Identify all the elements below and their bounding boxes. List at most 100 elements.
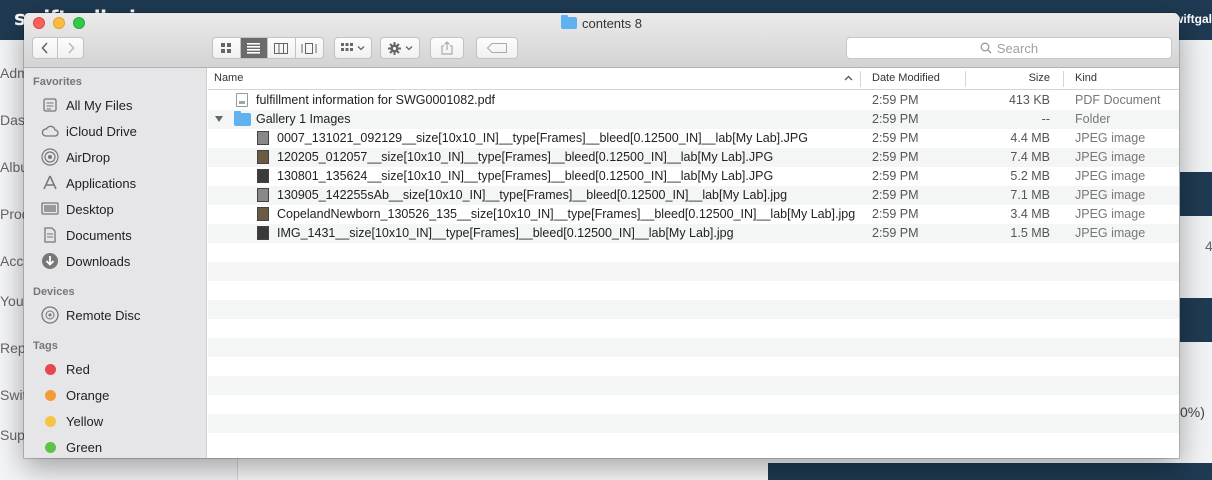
file-date-modified: 2:59 PM [872,93,919,107]
file-row[interactable]: CopelandNewborn_130526_135__size[10x10_I… [208,205,1179,224]
search-field[interactable]: Search [846,37,1172,59]
file-size: 3.4 MB [1010,207,1050,221]
background-panel [1180,172,1212,216]
list-view-button[interactable] [240,38,268,58]
chevron-right-icon [67,42,75,54]
sidebar-item-label: iCloud Drive [66,123,137,139]
file-size: 7.1 MB [1010,188,1050,202]
title-bar[interactable]: contents 8 Search [24,13,1179,68]
disc-icon [41,306,59,324]
sidebar: Favorites All My Files iCloud Drive AirD… [24,68,207,458]
orange-dot-icon [44,389,56,401]
file-name: 120205_012057__size[10x10_IN]__type[Fram… [277,150,774,164]
sidebar-item-downloads[interactable]: Downloads [24,249,207,273]
column-header-size[interactable]: Size [1029,72,1050,84]
file-row[interactable]: IMG_1431__size[10x10_IN]__type[Frames]__… [208,224,1179,243]
sidebar-tag-orange[interactable]: Orange [24,383,207,407]
file-name: Gallery 1 Images [256,112,351,126]
file-size: -- [1041,112,1050,126]
sidebar-heading-devices: Devices [33,286,75,298]
file-row[interactable]: 130801_135624__size[10x10_IN]__type[Fram… [208,167,1179,186]
tag-color-dot [41,438,59,456]
sidebar-item-label: Documents [66,227,132,243]
search-icon [980,42,992,54]
back-button[interactable] [33,38,59,58]
file-date-modified: 2:59 PM [872,169,919,183]
sidebar-item-label: AirDrop [66,149,111,165]
file-name: CopelandNewborn_130526_135__size[10x10_I… [277,207,856,221]
sidebar-item-documents[interactable]: Documents [24,223,207,247]
folder-row[interactable]: Gallery 1 Images 2:59 PM -- Folder [208,110,1179,129]
empty-row [208,433,1179,452]
column-header-name[interactable]: Name [214,72,243,84]
sidebar-item-icloud-drive[interactable]: iCloud Drive [24,119,207,143]
sidebar-item-label: Remote Disc [66,307,141,323]
file-date-modified: 2:59 PM [872,207,919,221]
sidebar-heading-favorites: Favorites [33,76,82,88]
forward-button[interactable] [58,38,83,58]
empty-row [208,376,1179,395]
sidebar-item-all-my-files[interactable]: All My Files [24,93,207,117]
window-title-text: contents 8 [582,16,642,31]
background-panel [1180,298,1212,342]
window-title: contents 8 [24,15,1179,31]
share-button[interactable] [430,37,464,59]
sidebar-tag-red[interactable]: Red [24,357,207,381]
empty-row [208,319,1179,338]
file-row[interactable]: 120205_012057__size[10x10_IN]__type[Fram… [208,148,1179,167]
disclosure-triangle-icon[interactable] [215,116,223,122]
file-row[interactable]: 130905_142255sAb__size[10x10_IN]__type[F… [208,186,1179,205]
share-icon [441,41,453,55]
list-header: Name Date Modified Size Kind [208,68,1179,90]
column-view-button[interactable] [268,38,296,58]
image-file-icon [257,131,269,145]
sidebar-tag-green[interactable]: Green [24,435,207,458]
sidebar-item-airdrop[interactable]: AirDrop [24,145,207,169]
sidebar-item-applications[interactable]: Applications [24,171,207,195]
sidebar-item-label: Yellow [66,413,104,429]
column-header-kind[interactable]: Kind [1075,72,1097,84]
column-header-date[interactable]: Date Modified [872,72,940,84]
background-nav-item[interactable]: Rep [0,340,26,356]
background-nav-item[interactable]: Sup [0,427,25,443]
action-button[interactable] [380,37,420,59]
folder-icon [561,15,577,29]
chevron-down-icon [357,46,365,51]
file-row[interactable]: fulfillment information for SWG0001082.p… [208,91,1179,110]
sidebar-tag-yellow[interactable]: Yellow [24,409,207,433]
image-file-icon [257,207,269,221]
column-divider[interactable] [965,71,966,87]
background-nav-item[interactable]: Acc [0,253,23,269]
sidebar-item-remote-disc[interactable]: Remote Disc [24,303,207,327]
tag-icon [487,43,507,53]
cover-flow-button[interactable] [296,38,323,58]
sort-ascending-icon [844,75,853,81]
column-divider[interactable] [1063,71,1064,87]
image-file-icon [257,169,269,183]
applications-icon [41,174,59,192]
column-divider[interactable] [860,71,861,87]
file-date-modified: 2:59 PM [872,150,919,164]
file-size: 4.4 MB [1010,131,1050,145]
background-nav-item[interactable]: Swit [0,387,26,403]
view-mode-selector [212,37,324,59]
green-dot-icon [44,441,56,453]
navigation-buttons [32,37,84,59]
file-kind: JPEG image [1075,150,1146,164]
image-file-icon [257,150,269,164]
sidebar-item-label: Desktop [66,201,114,217]
chevron-left-icon [41,42,48,54]
file-kind: JPEG image [1075,188,1146,202]
file-row[interactable]: 0007_131021_092129__size[10x10_IN]__type… [208,129,1179,148]
sidebar-item-desktop[interactable]: Desktop [24,197,207,221]
cover-flow-icon [301,42,317,54]
empty-row [208,281,1179,300]
background-nav-item[interactable]: Das [0,112,25,128]
file-name: 130801_135624__size[10x10_IN]__type[Fram… [277,169,774,183]
icon-view-button[interactable] [213,38,241,58]
empty-row [208,338,1179,357]
file-kind: Folder [1075,112,1111,126]
arrange-button[interactable] [334,37,372,59]
file-date-modified: 2:59 PM [872,226,919,240]
edit-tags-button[interactable] [476,37,518,59]
